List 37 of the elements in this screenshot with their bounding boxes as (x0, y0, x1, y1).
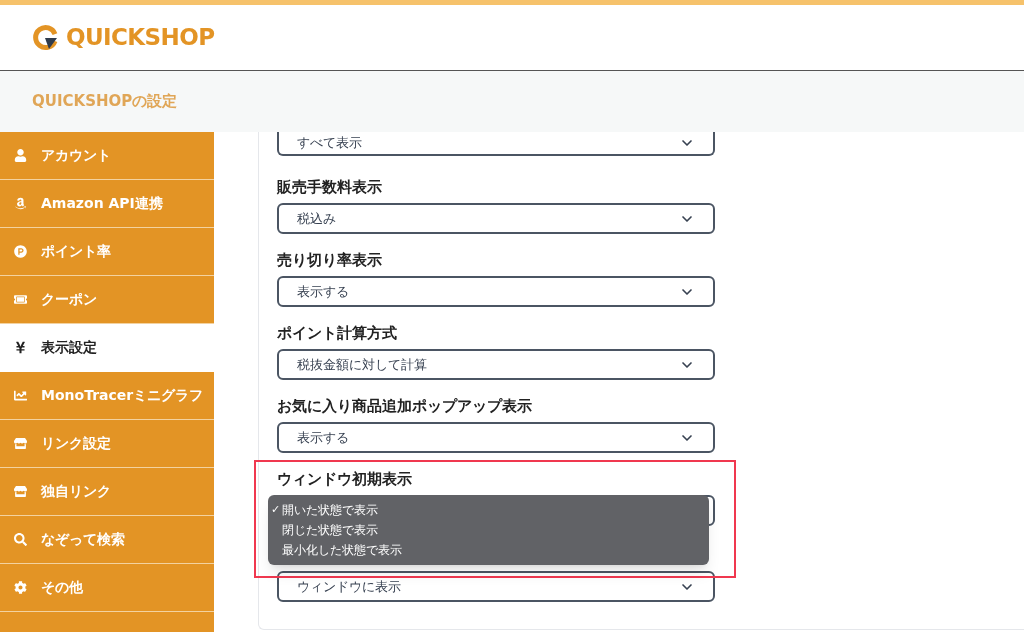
option-label: 閉じた状態で表示 (282, 522, 378, 539)
select-field[interactable]: 表示する (277, 422, 715, 453)
logo-icon (32, 23, 60, 52)
select-value: 表示する (297, 428, 349, 447)
setting-label: お気に入り商品追加ポップアップ表示 (277, 396, 533, 417)
search-icon (14, 533, 27, 546)
select-value: 税込み (297, 209, 336, 228)
ticket-icon (14, 293, 27, 306)
logo-text: QUICKSHOP (66, 23, 215, 53)
select-value: 税抜金額に対して計算 (297, 355, 427, 374)
select-field[interactable]: ウィンドウに表示 (277, 571, 715, 602)
menu-option[interactable]: 最小化した状態で表示 (268, 540, 709, 560)
select-value: 表示する (297, 282, 349, 301)
line-chart-icon (14, 389, 27, 402)
setting-label: ポイント計算方式 (277, 323, 398, 344)
select-field[interactable]: すべて表示 (277, 132, 715, 156)
option-label: 最小化した状態で表示 (282, 542, 402, 559)
sidebar-item[interactable] (0, 612, 214, 632)
user-icon (14, 149, 27, 162)
settings-icon (14, 581, 27, 594)
store-icon (14, 437, 27, 450)
setting-label: 売り切り率表示 (277, 250, 383, 271)
select-field[interactable]: 税込み (277, 203, 715, 234)
select-field[interactable]: 税抜金額に対して計算 (277, 349, 715, 380)
menu-option[interactable]: ✓開いた状態で表示 (268, 500, 709, 520)
yen-icon (14, 341, 27, 354)
select-field[interactable]: 表示する (277, 276, 715, 307)
select-value: ウィンドウに表示 (297, 577, 401, 596)
option-label: 開いた状態で表示 (282, 502, 378, 519)
checkmark-icon: ✓ (271, 501, 282, 519)
menu-option[interactable]: 閉じた状態で表示 (268, 520, 709, 540)
amazon-logo-icon (14, 197, 27, 210)
select-value: すべて表示 (297, 134, 362, 153)
page-title: QUICKSHOPの設定 (32, 91, 178, 113)
setting-label: ウィンドウ初期表示 (277, 469, 413, 490)
setting-label: 販売手数料表示 (277, 177, 383, 198)
store-icon (14, 485, 27, 498)
